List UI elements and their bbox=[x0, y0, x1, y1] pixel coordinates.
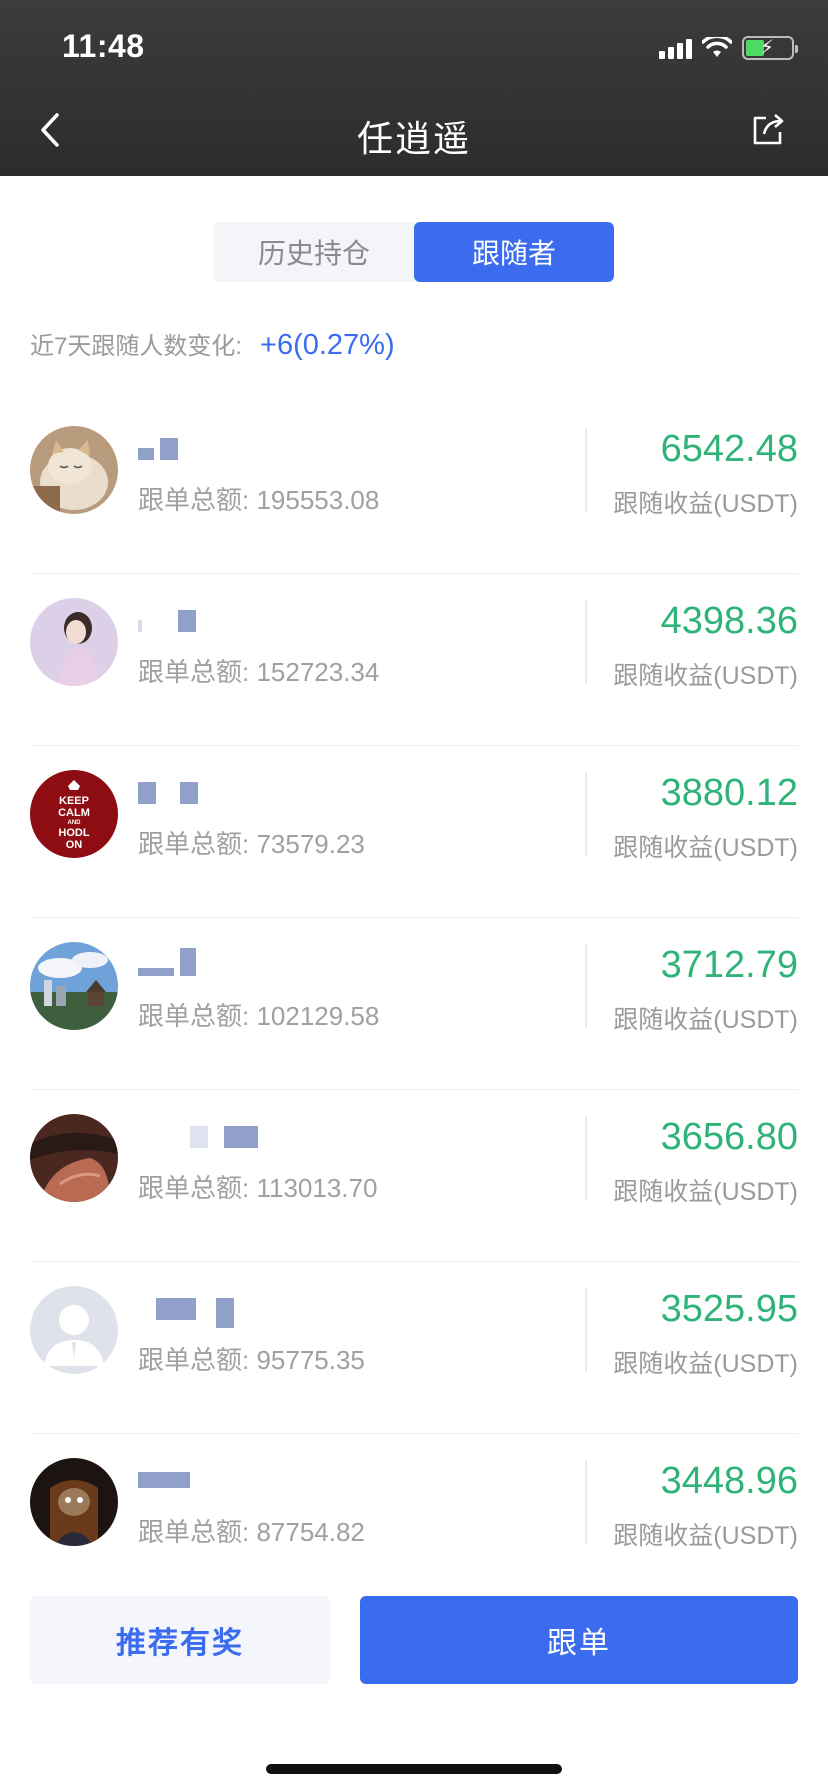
cat-avatar bbox=[30, 426, 118, 514]
follower-change-label: 近7天跟随人数变化: bbox=[30, 333, 243, 360]
follow-amount: 跟单总额: 113013.70 bbox=[138, 1173, 378, 1203]
list-item[interactable]: 跟单总额: 102129.58 3712.79 跟随收益(USDT) bbox=[30, 918, 798, 1090]
follow-profit: 3880.12 bbox=[660, 772, 798, 814]
blurred-name bbox=[138, 1298, 234, 1328]
follow-profit-label: 跟随收益(USDT) bbox=[613, 1006, 798, 1034]
follower-change-row: 近7天跟随人数变化: +6(0.27%) bbox=[30, 326, 395, 362]
blurred-name bbox=[138, 782, 198, 804]
blurred-name bbox=[138, 948, 196, 976]
wifi-icon bbox=[702, 37, 732, 57]
tab-bar: 历史持仓 跟随者 bbox=[214, 222, 614, 282]
follow-amount: 跟单总额: 195553.08 bbox=[138, 485, 380, 515]
follow-amount: 跟单总额: 152723.34 bbox=[138, 657, 380, 687]
city-avatar bbox=[30, 942, 118, 1030]
avatar-text: AND bbox=[68, 820, 82, 826]
follower-change-value: +6(0.27%) bbox=[260, 329, 395, 361]
list-item[interactable]: KEEP CALM AND HODL ON 跟单总额: 73579.23 388… bbox=[30, 746, 798, 918]
tab-history-positions[interactable]: 历史持仓 bbox=[214, 222, 414, 282]
status-time: 11:48 bbox=[62, 28, 145, 64]
follow-profit: 3656.80 bbox=[660, 1116, 798, 1158]
list-item[interactable]: 跟单总额: 87754.82 3448.96 跟随收益(USDT) bbox=[30, 1434, 798, 1606]
follow-profit-label: 跟随收益(USDT) bbox=[613, 834, 798, 862]
character-avatar bbox=[30, 1458, 118, 1546]
follow-profit: 3448.96 bbox=[660, 1460, 798, 1502]
page-title: 任逍遥 bbox=[356, 118, 471, 159]
follow-profit-label: 跟随收益(USDT) bbox=[613, 490, 798, 518]
avatar-text: ON bbox=[66, 839, 83, 851]
follow-profit-label: 跟随收益(USDT) bbox=[613, 1350, 798, 1378]
share-button[interactable] bbox=[750, 112, 790, 152]
follow-profit: 3712.79 bbox=[660, 944, 798, 986]
battery-icon: ⚡ bbox=[742, 36, 798, 60]
list-item[interactable]: 跟单总额: 152723.34 4398.36 跟随收益(USDT) bbox=[30, 574, 798, 746]
default-avatar bbox=[30, 1286, 118, 1374]
follow-amount: 跟单总额: 73579.23 bbox=[138, 829, 365, 859]
follower-list: 跟单总额: 195553.08 6542.48 跟随收益(USDT) 跟单总额:… bbox=[30, 402, 798, 1606]
blurred-name bbox=[138, 1470, 190, 1492]
list-item[interactable]: 跟单总额: 195553.08 6542.48 跟随收益(USDT) bbox=[30, 402, 798, 574]
avatar-text: CALM bbox=[58, 807, 90, 819]
nav-header: 11:48 ⚡ 任逍遥 bbox=[0, 0, 828, 176]
signal-icon bbox=[659, 37, 692, 59]
follow-profit-label: 跟随收益(USDT) bbox=[613, 1522, 798, 1550]
keep-calm-avatar: KEEP CALM AND HODL ON bbox=[30, 770, 118, 858]
blurred-name bbox=[138, 610, 196, 632]
girl-avatar bbox=[30, 598, 118, 686]
follow-amount: 跟单总额: 102129.58 bbox=[138, 1001, 380, 1031]
follow-profit: 6542.48 bbox=[660, 428, 798, 470]
blurred-name bbox=[138, 1126, 258, 1148]
home-indicator[interactable] bbox=[266, 1764, 562, 1774]
refer-reward-button[interactable]: 推荐有奖 bbox=[30, 1596, 330, 1684]
list-item[interactable]: 跟单总额: 113013.70 3656.80 跟随收益(USDT) bbox=[30, 1090, 798, 1262]
follow-profit-label: 跟随收益(USDT) bbox=[613, 1178, 798, 1206]
follow-amount: 跟单总额: 95775.35 bbox=[138, 1345, 365, 1375]
avatar-text: HODL bbox=[58, 827, 89, 839]
blurred-name bbox=[138, 438, 178, 460]
follow-amount: 跟单总额: 87754.82 bbox=[138, 1517, 365, 1547]
follow-profit-label: 跟随收益(USDT) bbox=[613, 662, 798, 690]
follow-profit: 4398.36 bbox=[660, 600, 798, 642]
status-icons: ⚡ bbox=[659, 36, 798, 60]
tab-followers[interactable]: 跟随者 bbox=[414, 222, 614, 282]
share-icon bbox=[753, 114, 784, 145]
car-interior-avatar bbox=[30, 1114, 118, 1202]
list-item[interactable]: 跟单总额: 95775.35 3525.95 跟随收益(USDT) bbox=[30, 1262, 798, 1434]
follow-order-button[interactable]: 跟单 bbox=[360, 1596, 798, 1684]
avatar-text: KEEP bbox=[59, 795, 89, 807]
follow-profit: 3525.95 bbox=[660, 1288, 798, 1330]
